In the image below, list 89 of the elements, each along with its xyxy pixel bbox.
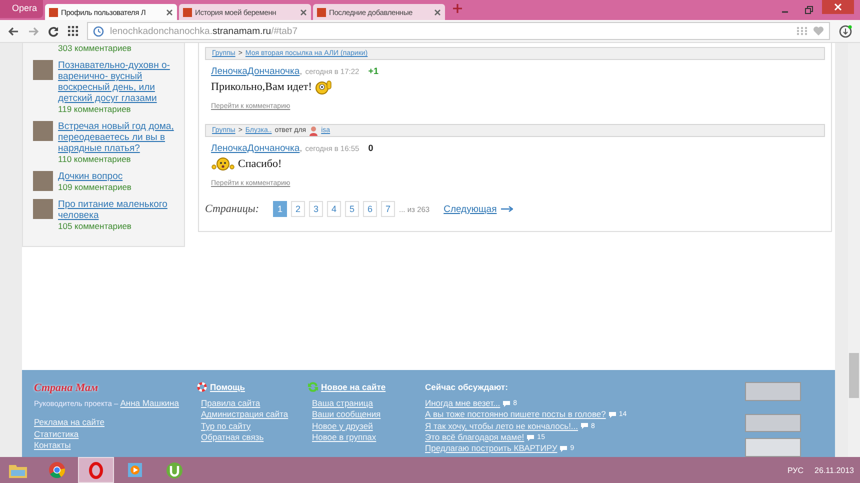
restore-icon[interactable] — [804, 5, 814, 15]
avatar-placeholder — [33, 121, 53, 141]
footer-link[interactable]: Реклама на сайте — [34, 417, 197, 429]
taskbar-button[interactable] — [78, 457, 114, 483]
footer-link[interactable]: Администрация сайта — [201, 409, 308, 421]
page-button[interactable]: 7 — [381, 201, 396, 217]
speech-bubble-icon — [608, 412, 616, 418]
avatar-placeholder — [33, 199, 53, 219]
footer-link[interactable]: Тур по сайту — [201, 420, 308, 432]
reload-icon[interactable] — [48, 26, 59, 36]
author-link[interactable]: ЛеночкаДончаночка — [211, 143, 300, 154]
speech-bubble-icon — [503, 400, 510, 407]
comment-text: Спасибо! — [238, 158, 282, 170]
back-icon[interactable] — [8, 26, 19, 36]
close-icon[interactable] — [300, 8, 308, 16]
footer-link[interactable]: Ваша страница — [312, 398, 425, 410]
discussion-link[interactable]: Иногда мне везет... — [425, 398, 500, 410]
smiley-icon — [211, 156, 235, 172]
site-logo: Страна Мам — [34, 382, 100, 394]
next-page-link[interactable]: Следующая — [444, 204, 497, 214]
speech-bubble-icon — [581, 423, 588, 430]
page-button[interactable]: 1 — [273, 201, 288, 217]
new-tab-icon[interactable] — [453, 4, 462, 12]
post-link[interactable]: Про питание маленького человека — [58, 199, 179, 221]
speech-bubble-icon — [560, 446, 568, 452]
page-button[interactable]: 3 — [309, 201, 324, 217]
rating-counter-drawing — [745, 382, 801, 401]
language-indicator[interactable]: РУС — [788, 466, 804, 474]
page-button[interactable]: 6 — [363, 201, 378, 217]
lifebuoy-icon — [197, 382, 207, 392]
close-icon[interactable] — [166, 8, 174, 16]
page-button[interactable]: 5 — [345, 201, 360, 217]
clock-date[interactable]: 26.11.2013 — [814, 466, 854, 474]
visits-counter-drawing — [745, 438, 801, 457]
comment-count: 303 комментариев — [58, 43, 132, 54]
media-player-icon — [127, 462, 143, 478]
close-window-button[interactable] — [822, 0, 854, 14]
footer-link[interactable]: Новое у друзей — [312, 420, 425, 432]
chrome-icon — [49, 462, 65, 478]
speech-bubble-icon — [527, 434, 534, 441]
page-button[interactable]: 4 — [327, 201, 342, 217]
comment-rating: 0 — [368, 143, 374, 153]
top100-counter-drawing — [745, 414, 801, 432]
news-link[interactable]: Новое на сайте — [321, 382, 386, 392]
scrollbar[interactable] — [848, 43, 860, 457]
discussion-link[interactable]: Я так хочу, чтобы лето не кончалось!... — [425, 420, 578, 432]
help-link[interactable]: Помощь — [210, 382, 245, 392]
comma-text: , — [300, 143, 302, 153]
close-icon — [834, 3, 842, 11]
opera-icon — [89, 462, 103, 478]
author-link[interactable]: ЛеночкаДончаночка — [211, 66, 300, 77]
footer-link[interactable]: Ваши сообщения — [312, 409, 425, 421]
comment-rating: +1 — [368, 66, 378, 76]
comment-count: 109 комментариев — [58, 182, 132, 193]
post-link[interactable]: Дочкин вопрос — [58, 171, 132, 182]
footer-link[interactable]: Правила сайта — [201, 398, 308, 410]
discussion-link[interactable]: Это всё благодаря маме! — [425, 432, 524, 444]
arrow-right-icon — [500, 206, 513, 212]
opera-menu-button[interactable]: Opera — [0, 0, 44, 18]
avatar-placeholder — [33, 60, 53, 80]
comment-count: 105 комментариев — [58, 221, 132, 232]
user-icon — [309, 126, 318, 136]
footer-link[interactable]: Обратная связь — [201, 432, 308, 444]
thumbs-up-smiley-icon — [314, 79, 333, 95]
close-icon[interactable] — [434, 8, 442, 16]
pages-label: Страницы: — [205, 203, 260, 215]
avatar-placeholder — [33, 171, 53, 191]
comma-text: , — [300, 66, 302, 76]
page-button[interactable]: 2 — [291, 201, 306, 217]
discussion-link[interactable]: А вы тоже постоянно пишете посты в голове? — [425, 409, 606, 421]
footer-link[interactable]: Анна Машкина — [120, 398, 179, 408]
grid-icon[interactable] — [68, 26, 78, 36]
comment-count: 119 комментариев — [58, 104, 132, 115]
forward-icon[interactable] — [28, 26, 39, 36]
footer-link[interactable]: Новое в группах — [312, 432, 425, 444]
download-icon[interactable] — [839, 24, 852, 38]
footer-link[interactable]: Статистика — [34, 428, 197, 440]
torrent-icon — [166, 462, 182, 478]
comment-text: Прикольно,Вам идет! — [211, 81, 312, 93]
scrollbar-thumb[interactable] — [849, 353, 859, 398]
discussion-link[interactable]: Предлагаю построить КВАРТИРУ — [425, 443, 558, 454]
refresh-icon — [308, 382, 318, 392]
footer-link[interactable]: Контакты — [34, 440, 197, 452]
section-heading: Сейчас обсуждают: — [425, 382, 509, 392]
post-link[interactable]: Встречая новый год дома, переодеваетесь ли вы в нарядные платья? — [58, 121, 179, 154]
post-link[interactable]: Познавательно-духовн о-варенично- вусный воскресный день, или детский досуг глазами — [58, 60, 179, 104]
comment-count: 110 комментариев — [58, 154, 132, 165]
clock-icon — [93, 26, 104, 36]
folder-icon — [9, 462, 27, 478]
